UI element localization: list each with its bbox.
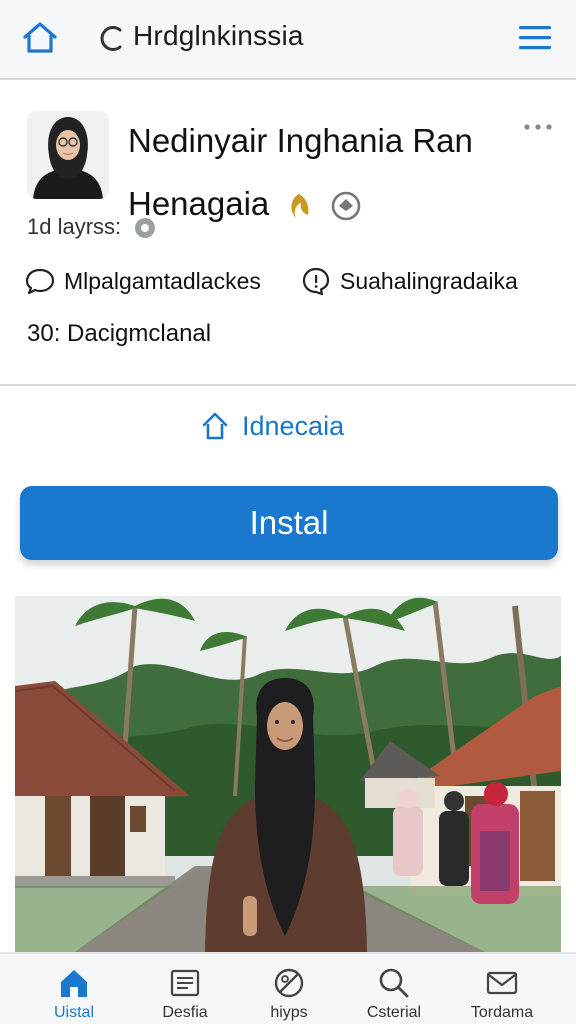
reload-icon[interactable] — [96, 20, 128, 56]
verified-badge-icon — [331, 191, 360, 221]
sublink[interactable]: Idnecaia — [200, 404, 344, 448]
divider — [0, 384, 576, 386]
avatar[interactable] — [27, 111, 109, 199]
nav-item-documents[interactable]: Desfia — [135, 960, 235, 1024]
top-bar: Hrdglnkinssia — [0, 0, 576, 80]
comment-icon — [302, 267, 330, 296]
village-photo — [15, 596, 561, 952]
nav-item-hiyps[interactable]: hiyps — [239, 960, 339, 1024]
profile-meta-text: 1d layrss: — [27, 214, 122, 239]
chat-bubble-icon — [25, 268, 55, 295]
pin-icon — [135, 218, 156, 239]
mail-icon — [486, 971, 518, 995]
nav-label: Uistal — [53, 1004, 94, 1021]
profile-meta: 1d layrss: — [27, 214, 157, 240]
document-icon — [170, 969, 200, 997]
more-options-icon[interactable] — [520, 114, 556, 140]
nav-item-messages[interactable]: Tordama — [452, 960, 552, 1024]
stat-followers[interactable]: Mlpalgamtadlackes — [24, 263, 261, 299]
nav-item-home[interactable]: Uistal — [24, 960, 124, 1024]
stat-following[interactable]: Suahalingradaika — [300, 263, 518, 299]
share-up-icon — [202, 412, 228, 440]
gold-badge-icon — [291, 193, 309, 218]
profile-name: Nedinyair Inghania Ran Henagaia — [128, 110, 508, 235]
sublink-label: Idnecaia — [242, 410, 345, 441]
home-icon — [61, 970, 87, 997]
profile-stats: Mlpalgamtadlackes Suahalingradaika — [24, 263, 564, 299]
page-title: Hrdglnkinssia — [133, 20, 304, 51]
stat-following-label: Suahalingradaika — [340, 267, 518, 294]
no-entry-icon — [274, 968, 304, 998]
home-icon[interactable] — [20, 18, 60, 58]
install-button[interactable]: Instal — [20, 486, 558, 560]
nav-label: Tordama — [470, 1004, 534, 1021]
bottom-nav: Uistal Desfia hiyps Csterial Tordama — [0, 952, 576, 1024]
profile-count: 30: Dacigmclanal — [27, 320, 212, 347]
nav-item-search[interactable]: Csterial — [344, 960, 444, 1024]
nav-label: Csterial — [366, 1004, 422, 1021]
hamburger-menu-icon[interactable] — [514, 18, 556, 58]
nav-label: hiyps — [270, 1004, 308, 1021]
stat-followers-label: Mlpalgamtadlackes — [64, 267, 261, 294]
nav-label: Desfia — [162, 1004, 208, 1021]
search-icon — [379, 968, 409, 998]
